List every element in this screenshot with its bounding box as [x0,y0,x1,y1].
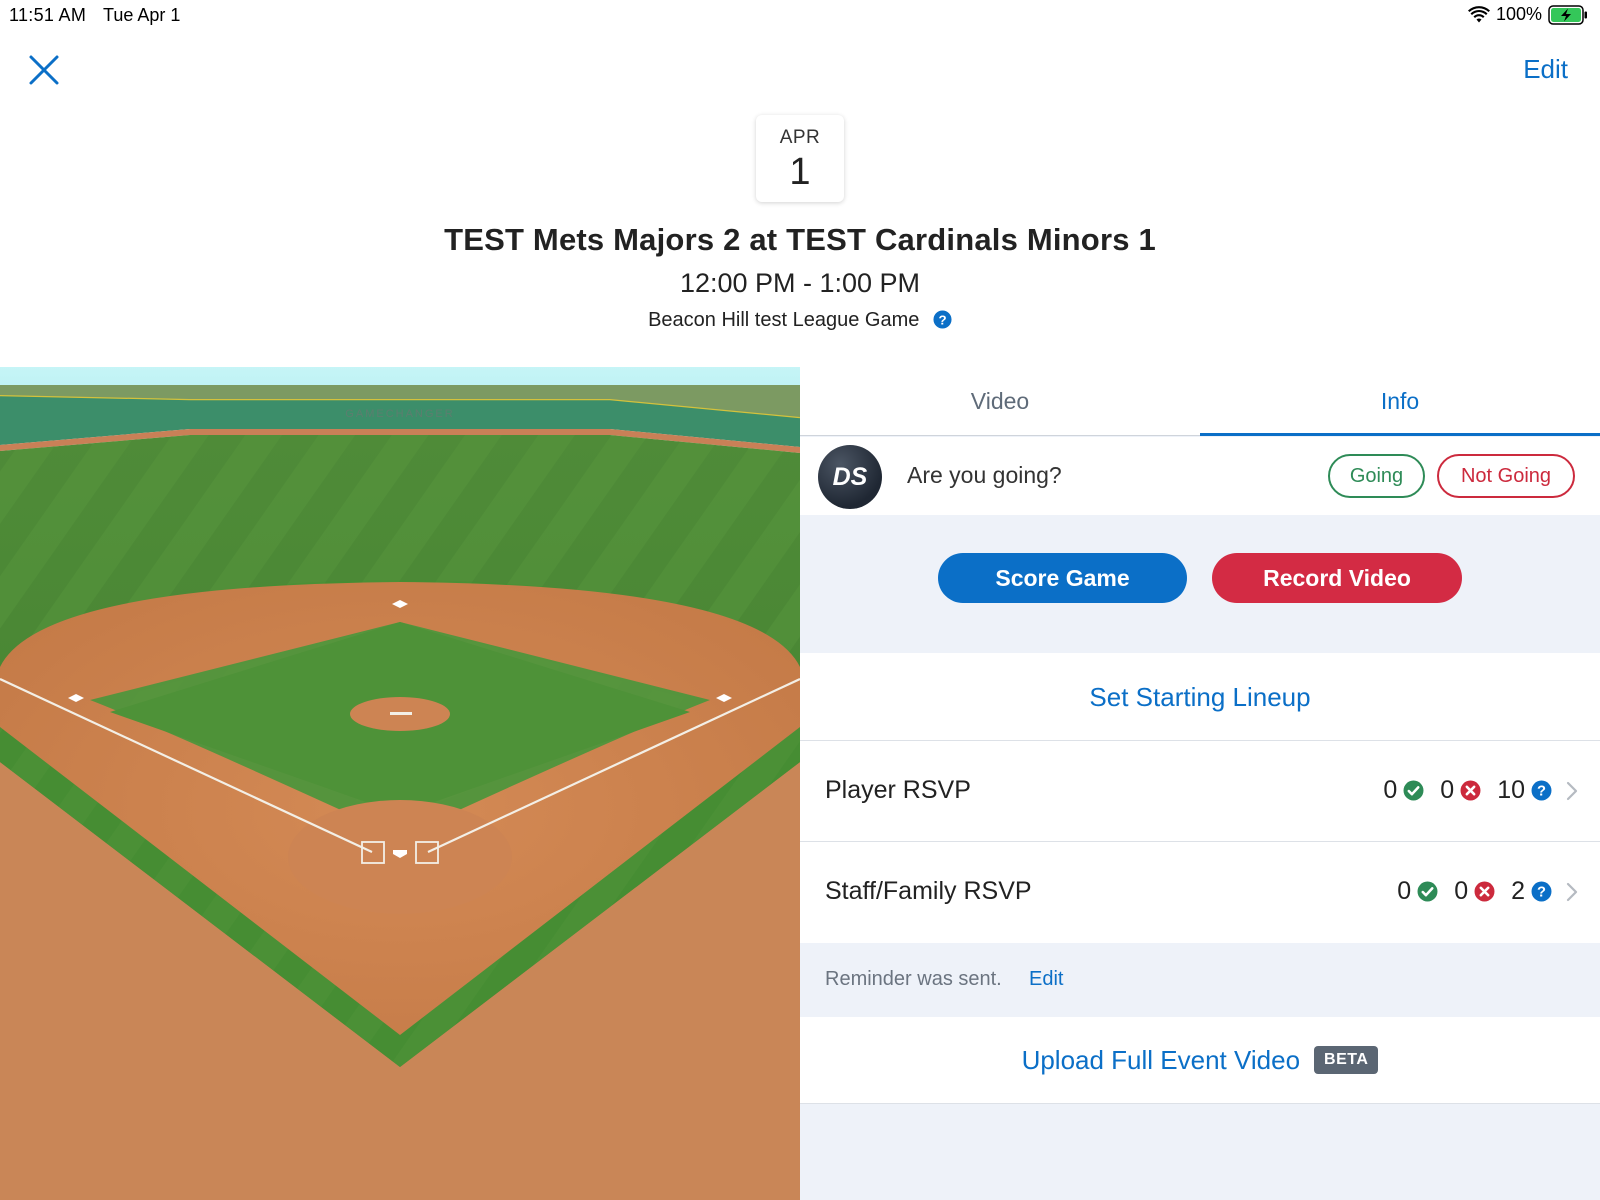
status-bar: 11:51 AM Tue Apr 1 100% [0,0,1600,30]
upload-video-label: Upload Full Event Video [1021,1044,1301,1075]
event-title: TEST Mets Majors 2 at TEST Cardinals Min… [444,222,1156,257]
chevron-right-icon [1566,781,1578,801]
player-rsvp-label: Player RSVP [825,776,971,804]
not-going-button[interactable]: Not Going [1437,454,1575,498]
wifi-icon [1467,5,1490,22]
question-circle-icon: ? [1531,780,1552,801]
attendance-row: DS Are you going? Going Not Going [800,437,1600,515]
rsvp-unknown-number: 2 [1511,877,1525,905]
status-indicators: 100% [1467,4,1588,25]
beta-badge: BETA [1314,1046,1379,1074]
staff-rsvp-counts: 0 0 2 ? [1381,877,1552,906]
x-circle-icon [1460,780,1481,801]
info-panel: Video Info DS Are you going? Going Not G… [800,367,1600,1200]
reminder-edit-link[interactable]: Edit [1029,968,1063,991]
action-buttons: Score Game Record Video [800,515,1600,653]
rsvp-yes-number: 0 [1383,776,1398,804]
reminder-text: Reminder was sent. [825,968,1002,990]
svg-text:?: ? [1537,784,1546,800]
event-subtitle: Beacon Hill test League Game ? [0,309,1600,332]
baseball-field-image: GAMECHANGER [0,367,800,1200]
event-time: 12:00 PM - 1:00 PM [679,268,921,298]
reminder-section: Reminder was sent. Edit [800,943,1600,1017]
set-starting-lineup-button[interactable]: Set Starting Lineup [800,653,1600,741]
event-type-label: Beacon Hill test League Game [648,309,920,331]
chevron-right-icon [1566,882,1578,902]
tab-video[interactable]: Video [800,367,1200,436]
rsvp-unknown-count: 10 ? [1497,776,1552,805]
question-circle-icon: ? [1531,881,1552,902]
rsvp-no-number: 0 [1454,877,1469,905]
date-card: APR 1 [756,115,844,202]
staff-family-rsvp-row[interactable]: Staff/Family RSVP 0 0 2 ? [800,842,1600,943]
rsvp-unknown-number: 10 [1497,776,1525,804]
svg-text:?: ? [938,312,946,327]
attendance-question: Are you going? [907,462,1062,488]
date-day: 1 [789,151,811,193]
x-circle-icon [1474,881,1495,902]
question-circle-icon[interactable]: ? [933,310,952,329]
rsvp-unknown-count: 2 ? [1511,877,1552,906]
date-month: APR [779,127,821,148]
tab-bar: Video Info [800,367,1600,436]
player-rsvp-counts: 0 0 10 ? [1367,776,1552,805]
rsvp-no-count: 0 [1454,877,1495,906]
tab-info[interactable]: Info [1200,367,1600,436]
staff-rsvp-label: Staff/Family RSVP [825,877,1032,905]
avatar: DS [818,445,882,509]
rsvp-yes-number: 0 [1397,877,1412,905]
going-button[interactable]: Going [1328,454,1425,498]
edit-button[interactable]: Edit [1523,54,1568,85]
status-date: Tue Apr 1 [103,5,181,25]
rsvp-no-count: 0 [1440,776,1481,805]
check-circle-icon [1417,881,1438,902]
battery-charging-icon [1548,4,1587,25]
battery-percent: 100% [1495,4,1542,24]
upload-full-event-video-button[interactable]: Upload Full Event Video BETA [800,1017,1600,1104]
status-time: 11:51 AM [9,5,87,25]
record-video-button[interactable]: Record Video [1212,553,1462,603]
svg-text:?: ? [1537,885,1546,901]
check-circle-icon [1403,780,1424,801]
player-rsvp-row[interactable]: Player RSVP 0 0 10 ? [800,741,1600,842]
close-icon[interactable] [26,52,62,88]
rsvp-no-number: 0 [1440,776,1455,804]
score-game-button[interactable]: Score Game [938,553,1187,603]
rsvp-yes-count: 0 [1383,776,1424,805]
field-banner-text: GAMECHANGER [345,408,454,420]
field-illustration: GAMECHANGER [0,367,800,1200]
rsvp-yes-count: 0 [1397,877,1438,906]
